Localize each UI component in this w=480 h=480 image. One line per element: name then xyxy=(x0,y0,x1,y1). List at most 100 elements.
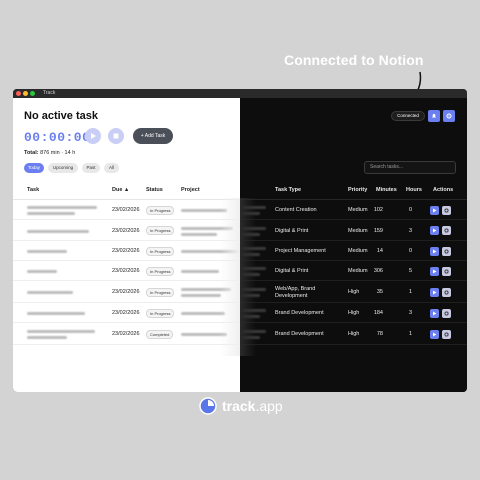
play-icon xyxy=(433,249,437,253)
play-button[interactable] xyxy=(85,128,101,144)
gear-icon xyxy=(444,228,449,233)
start-task-button[interactable] xyxy=(430,308,439,318)
filter-today[interactable]: Today xyxy=(24,163,44,173)
table-row[interactable]: Project Management Medium 14 0 xyxy=(240,241,467,261)
column-hours[interactable]: Hours xyxy=(406,187,422,193)
filter-all[interactable]: All xyxy=(104,163,119,173)
search-input[interactable]: Search tasks... xyxy=(364,161,456,174)
column-priority[interactable]: Priority xyxy=(348,187,367,193)
project-name-redacted xyxy=(181,270,219,273)
status-badge: In Progress xyxy=(146,308,175,318)
stop-button[interactable] xyxy=(108,128,124,144)
minimize-dot-icon[interactable] xyxy=(23,91,28,96)
hours: 1 xyxy=(408,331,412,337)
table-row[interactable]: Web/App, Brand Development High 35 1 xyxy=(240,281,467,303)
start-task-button[interactable] xyxy=(430,226,439,235)
panel-fade xyxy=(220,198,240,356)
due-date: 23/02/2026 xyxy=(112,248,140,254)
minutes: 306 xyxy=(373,268,383,274)
start-task-button[interactable] xyxy=(430,246,439,256)
settings-button[interactable] xyxy=(443,110,455,122)
brand-name-suffix: .app xyxy=(255,398,283,414)
play-icon xyxy=(433,332,437,336)
start-task-button[interactable] xyxy=(430,266,439,276)
table-row[interactable]: 23/02/2026 In Progress xyxy=(13,303,240,323)
task-settings-button[interactable] xyxy=(442,226,451,235)
column-status[interactable]: Status xyxy=(146,187,163,193)
task-settings-button[interactable] xyxy=(442,287,451,297)
table-row[interactable]: Content Creation Medium 102 0 xyxy=(240,200,467,220)
start-task-button[interactable] xyxy=(430,329,439,339)
page-title: No active task xyxy=(24,110,98,122)
due-date: 23/02/2026 xyxy=(112,207,140,213)
column-project[interactable]: Project xyxy=(181,187,200,193)
brand-name: track.app xyxy=(222,398,283,414)
add-task-button[interactable]: + Add Task xyxy=(133,128,173,144)
play-icon xyxy=(91,133,96,139)
column-task-type[interactable]: Task Type xyxy=(275,187,301,193)
table-header-left: Task Due ▲ Status Project xyxy=(13,180,240,200)
column-due[interactable]: Due ▲ xyxy=(112,187,129,193)
brand-logo-icon xyxy=(199,397,217,415)
total-summary: Total: 876 min · 14 h xyxy=(24,150,75,156)
gear-icon xyxy=(446,113,452,119)
due-date: 23/02/2026 xyxy=(112,268,140,274)
hours: 3 xyxy=(408,310,412,316)
task-type: Content Creation xyxy=(275,207,317,213)
task-name-redacted xyxy=(27,229,89,233)
task-settings-button[interactable] xyxy=(442,205,451,215)
due-date: 23/02/2026 xyxy=(112,289,140,295)
stop-icon xyxy=(113,133,119,139)
panel-shadow xyxy=(240,198,256,356)
project-name-redacted xyxy=(181,312,225,315)
table-row[interactable]: 23/02/2026 In Progress xyxy=(13,281,240,303)
maximize-dot-icon[interactable] xyxy=(30,91,35,96)
table-row[interactable]: 23/02/2026 In Progress xyxy=(13,200,240,220)
minutes: 35 xyxy=(376,289,383,295)
notification-button[interactable] xyxy=(428,110,440,122)
filter-upcoming[interactable]: Upcoming xyxy=(48,163,78,173)
start-task-button[interactable] xyxy=(430,205,439,215)
hours: 3 xyxy=(408,227,412,234)
task-name-redacted xyxy=(27,330,95,333)
task-settings-button[interactable] xyxy=(442,246,451,256)
task-type: Digital & Print xyxy=(275,227,309,234)
status-badge: In Progress xyxy=(146,287,175,297)
table-row[interactable]: Brand Development High 184 3 xyxy=(240,303,467,323)
table-row[interactable]: Digital & Print Medium 306 5 xyxy=(240,261,467,281)
status-badge: In Progress xyxy=(146,226,175,235)
table-row[interactable]: Brand Development High 78 1 xyxy=(240,323,467,345)
column-minutes[interactable]: Minutes xyxy=(376,187,397,193)
task-name-redacted xyxy=(27,312,85,315)
table-row[interactable]: Digital & Print Medium 159 3 xyxy=(240,220,467,241)
table-row[interactable]: 23/02/2026 In Progress xyxy=(13,261,240,281)
minutes: 14 xyxy=(376,248,383,254)
brand-footer: track.app xyxy=(199,397,283,415)
play-icon xyxy=(433,290,437,294)
gear-icon xyxy=(444,331,449,337)
task-settings-button[interactable] xyxy=(442,308,451,318)
project-name-redacted xyxy=(181,294,221,297)
column-task[interactable]: Task xyxy=(27,187,39,193)
dark-panel: Connected Search tasks... Task Type Prio… xyxy=(240,98,467,392)
filter-past[interactable]: Past xyxy=(82,163,100,173)
minutes: 102 xyxy=(373,207,383,213)
app-window: Track No active task 00:00:00 + Add Task… xyxy=(13,89,467,392)
task-type: Web/App, Brand Development xyxy=(275,286,316,299)
close-dot-icon[interactable] xyxy=(16,91,21,96)
callout-text: Connected to Notion xyxy=(284,52,424,68)
table-row[interactable]: 23/02/2026 Completed xyxy=(13,323,240,345)
task-settings-button[interactable] xyxy=(442,266,451,276)
total-label: Total: xyxy=(24,150,39,156)
task-settings-button[interactable] xyxy=(442,329,451,339)
add-task-label: Add Task xyxy=(144,133,166,139)
start-task-button[interactable] xyxy=(430,287,439,297)
gear-icon xyxy=(444,310,449,316)
play-icon xyxy=(433,269,437,273)
task-name-redacted xyxy=(27,270,57,273)
table-row[interactable]: 23/02/2026 In Progress xyxy=(13,241,241,261)
task-name-redacted xyxy=(27,206,97,209)
table-row[interactable]: 23/02/2026 In Progress xyxy=(13,220,240,241)
window-title: Track xyxy=(43,90,56,96)
timer-display: 00:00:00 xyxy=(24,130,91,145)
